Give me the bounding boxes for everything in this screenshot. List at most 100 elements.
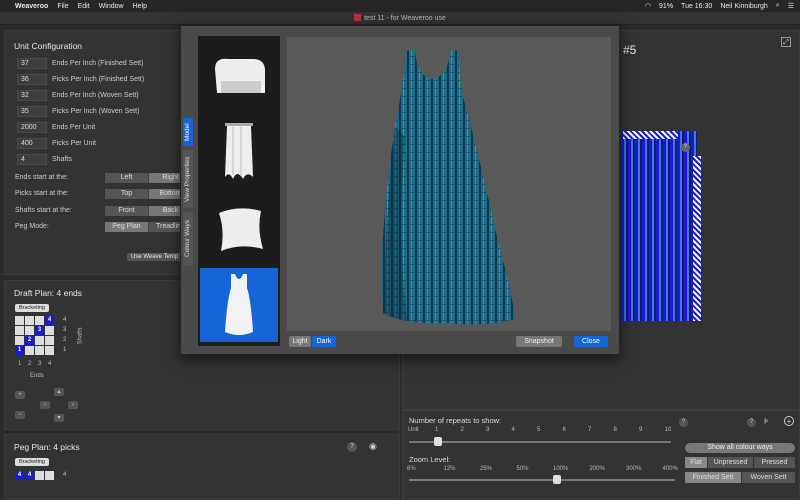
- picks-per-inch-woven-label: Picks Per Inch (Woven Sett): [52, 108, 140, 115]
- repeat-tick-label: 9: [639, 427, 643, 433]
- shafts-field[interactable]: 4: [17, 154, 47, 165]
- close-button[interactable]: Close: [574, 336, 608, 347]
- shaft-number: 4: [63, 317, 67, 323]
- curtain-icon: [225, 123, 253, 179]
- finished-sett-button[interactable]: Finished Sett: [685, 472, 741, 483]
- ends-start-left[interactable]: Left: [105, 173, 149, 183]
- peg-plan-title: Peg Plan: 4 picks: [14, 442, 80, 452]
- draft-bracketing-button[interactable]: Bracketing: [15, 304, 49, 312]
- model-thumb-curtain[interactable]: [200, 114, 278, 188]
- window-title: test 11 - for Weaveroo use: [364, 15, 446, 22]
- unit-configuration-panel: Unit Configuration 37 Ends Per Inch (Fin…: [4, 30, 193, 275]
- arrow-down-icon[interactable]: ▾: [54, 414, 64, 422]
- ends-per-unit-field[interactable]: 2000: [17, 122, 47, 133]
- repeats-help-icon[interactable]: ?: [679, 418, 688, 427]
- render-unpressed-button[interactable]: Unpressed: [708, 457, 753, 468]
- picks-per-unit-label: Picks Per Unit: [52, 140, 96, 147]
- repeats-label: Number of repeats to show:: [409, 416, 502, 425]
- snapshot-button[interactable]: Snapshot: [516, 336, 562, 347]
- battery-percent[interactable]: 91%: [659, 3, 673, 10]
- armchair-icon: [215, 58, 265, 93]
- clock[interactable]: Tue 16:30: [681, 3, 712, 10]
- show-all-colour-ways-button[interactable]: Show all colour ways: [685, 443, 795, 453]
- use-weave-template-button[interactable]: Use Weave Temp: [127, 253, 183, 261]
- repeats-slider-track[interactable]: [409, 441, 671, 443]
- menu-bar: Weaveroo File Edit Window Help ◠ 91% Tue…: [0, 0, 800, 12]
- shafts-start-front[interactable]: Front: [105, 206, 149, 216]
- arrow-left-icon[interactable]: ‹: [40, 401, 50, 409]
- tab-colour-ways[interactable]: Colour Ways: [183, 212, 193, 266]
- picks-start-label: Picks start at the:: [15, 190, 69, 197]
- render-flat-button[interactable]: Flat: [685, 457, 707, 468]
- dress-model-render: [382, 50, 515, 325]
- remove-icon[interactable]: −: [15, 411, 25, 419]
- zoom-tick-label: 400%: [662, 466, 678, 472]
- pick-number: 4: [63, 472, 67, 478]
- menu-help[interactable]: Help: [133, 3, 147, 10]
- peg-mode-peg-plan[interactable]: Peg Plan: [105, 222, 149, 232]
- info-help-icon[interactable]: ?: [747, 418, 756, 427]
- tab-view-properties[interactable]: View Properties: [183, 150, 193, 208]
- model-thumb-cushion[interactable]: [200, 190, 278, 264]
- woven-sett-button[interactable]: Woven Sett: [742, 472, 795, 483]
- repeats-slider-thumb[interactable]: [434, 437, 442, 446]
- ruler-icon[interactable]: ⊧: [764, 416, 769, 427]
- draft-cell[interactable]: 4: [45, 316, 54, 325]
- fabric-swatch-edge: [693, 156, 701, 321]
- menu-list-icon[interactable]: ☰: [788, 2, 794, 10]
- light-mode-button[interactable]: Light: [289, 336, 311, 347]
- status-area: ◠ 91% Tue 16:30 Neil Kinniburgh ⌕ ☰: [645, 0, 794, 12]
- peg-cell[interactable]: 4: [15, 471, 24, 480]
- shafts-axis-label: Shafts: [77, 327, 84, 345]
- render-pressed-button[interactable]: Pressed: [754, 457, 795, 468]
- draft-cell[interactable]: 1: [15, 346, 24, 355]
- peg-grid[interactable]: 4 4: [15, 471, 54, 480]
- picks-per-inch-woven-field[interactable]: 35: [17, 106, 47, 117]
- menu-edit[interactable]: Edit: [78, 3, 90, 10]
- picks-start-top[interactable]: Top: [105, 189, 149, 199]
- peg-cell[interactable]: 4: [25, 471, 34, 480]
- repeat-tick-label: 4: [511, 427, 515, 433]
- zoom-slider-track[interactable]: [409, 479, 675, 481]
- model-3d-viewer[interactable]: [287, 37, 611, 331]
- arrow-up-icon[interactable]: ▴: [54, 388, 64, 396]
- draft-cell[interactable]: 2: [25, 336, 34, 345]
- menu-app-name[interactable]: Weaveroo: [15, 3, 48, 10]
- draft-grid[interactable]: 4 3 2 1: [15, 316, 54, 355]
- eye-icon[interactable]: ◉: [369, 441, 377, 452]
- end-number: 3: [38, 361, 42, 367]
- ends-axis-label: Ends: [30, 373, 44, 379]
- model-thumb-dress[interactable]: [200, 268, 278, 342]
- shafts-start-label: Shafts start at the:: [15, 207, 72, 214]
- ends-per-inch-woven-field[interactable]: 32: [17, 90, 47, 101]
- peg-bracketing-button[interactable]: Bracketing: [15, 458, 49, 466]
- menu-window[interactable]: Window: [99, 3, 124, 10]
- ends-per-inch-finished-field[interactable]: 37: [17, 58, 47, 69]
- draft-cell[interactable]: 3: [35, 326, 44, 335]
- shaft-number: 1: [63, 347, 67, 353]
- search-icon[interactable]: ⌕: [776, 2, 780, 10]
- fabric-swatch: [621, 131, 697, 321]
- zoom-plus-icon[interactable]: +: [784, 416, 794, 426]
- repeat-tick-label: 10: [664, 427, 672, 433]
- tab-model[interactable]: Model: [183, 118, 193, 146]
- picks-per-inch-finished-field[interactable]: 36: [17, 74, 47, 85]
- wifi-icon[interactable]: ◠: [645, 2, 651, 10]
- model-thumb-armchair[interactable]: [200, 38, 278, 112]
- user-name[interactable]: Neil Kinniburgh: [720, 3, 767, 10]
- unit-label: Unit: [408, 427, 419, 433]
- window-title-bar: test 11 - for Weaveroo use: [0, 12, 800, 25]
- help-icon[interactable]: ?: [347, 442, 357, 452]
- ends-per-inch-finished-label: Ends Per Inch (Finished Sett): [52, 60, 144, 67]
- draft-plan-title: Draft Plan: 4 ends: [14, 288, 83, 298]
- expand-icon[interactable]: ⤢: [781, 37, 791, 47]
- zoom-tick-label: 300%: [626, 466, 642, 472]
- menu-file[interactable]: File: [57, 3, 68, 10]
- swatch-help-icon[interactable]: ?: [681, 143, 690, 152]
- arrow-right-icon[interactable]: ›: [68, 401, 78, 409]
- zoom-slider-thumb[interactable]: [553, 475, 561, 484]
- picks-per-inch-finished-label: Picks Per Inch (Finished Sett): [52, 76, 145, 83]
- add-icon[interactable]: +: [15, 391, 25, 399]
- dark-mode-button[interactable]: Dark: [312, 336, 336, 347]
- picks-per-unit-field[interactable]: 400: [17, 138, 47, 149]
